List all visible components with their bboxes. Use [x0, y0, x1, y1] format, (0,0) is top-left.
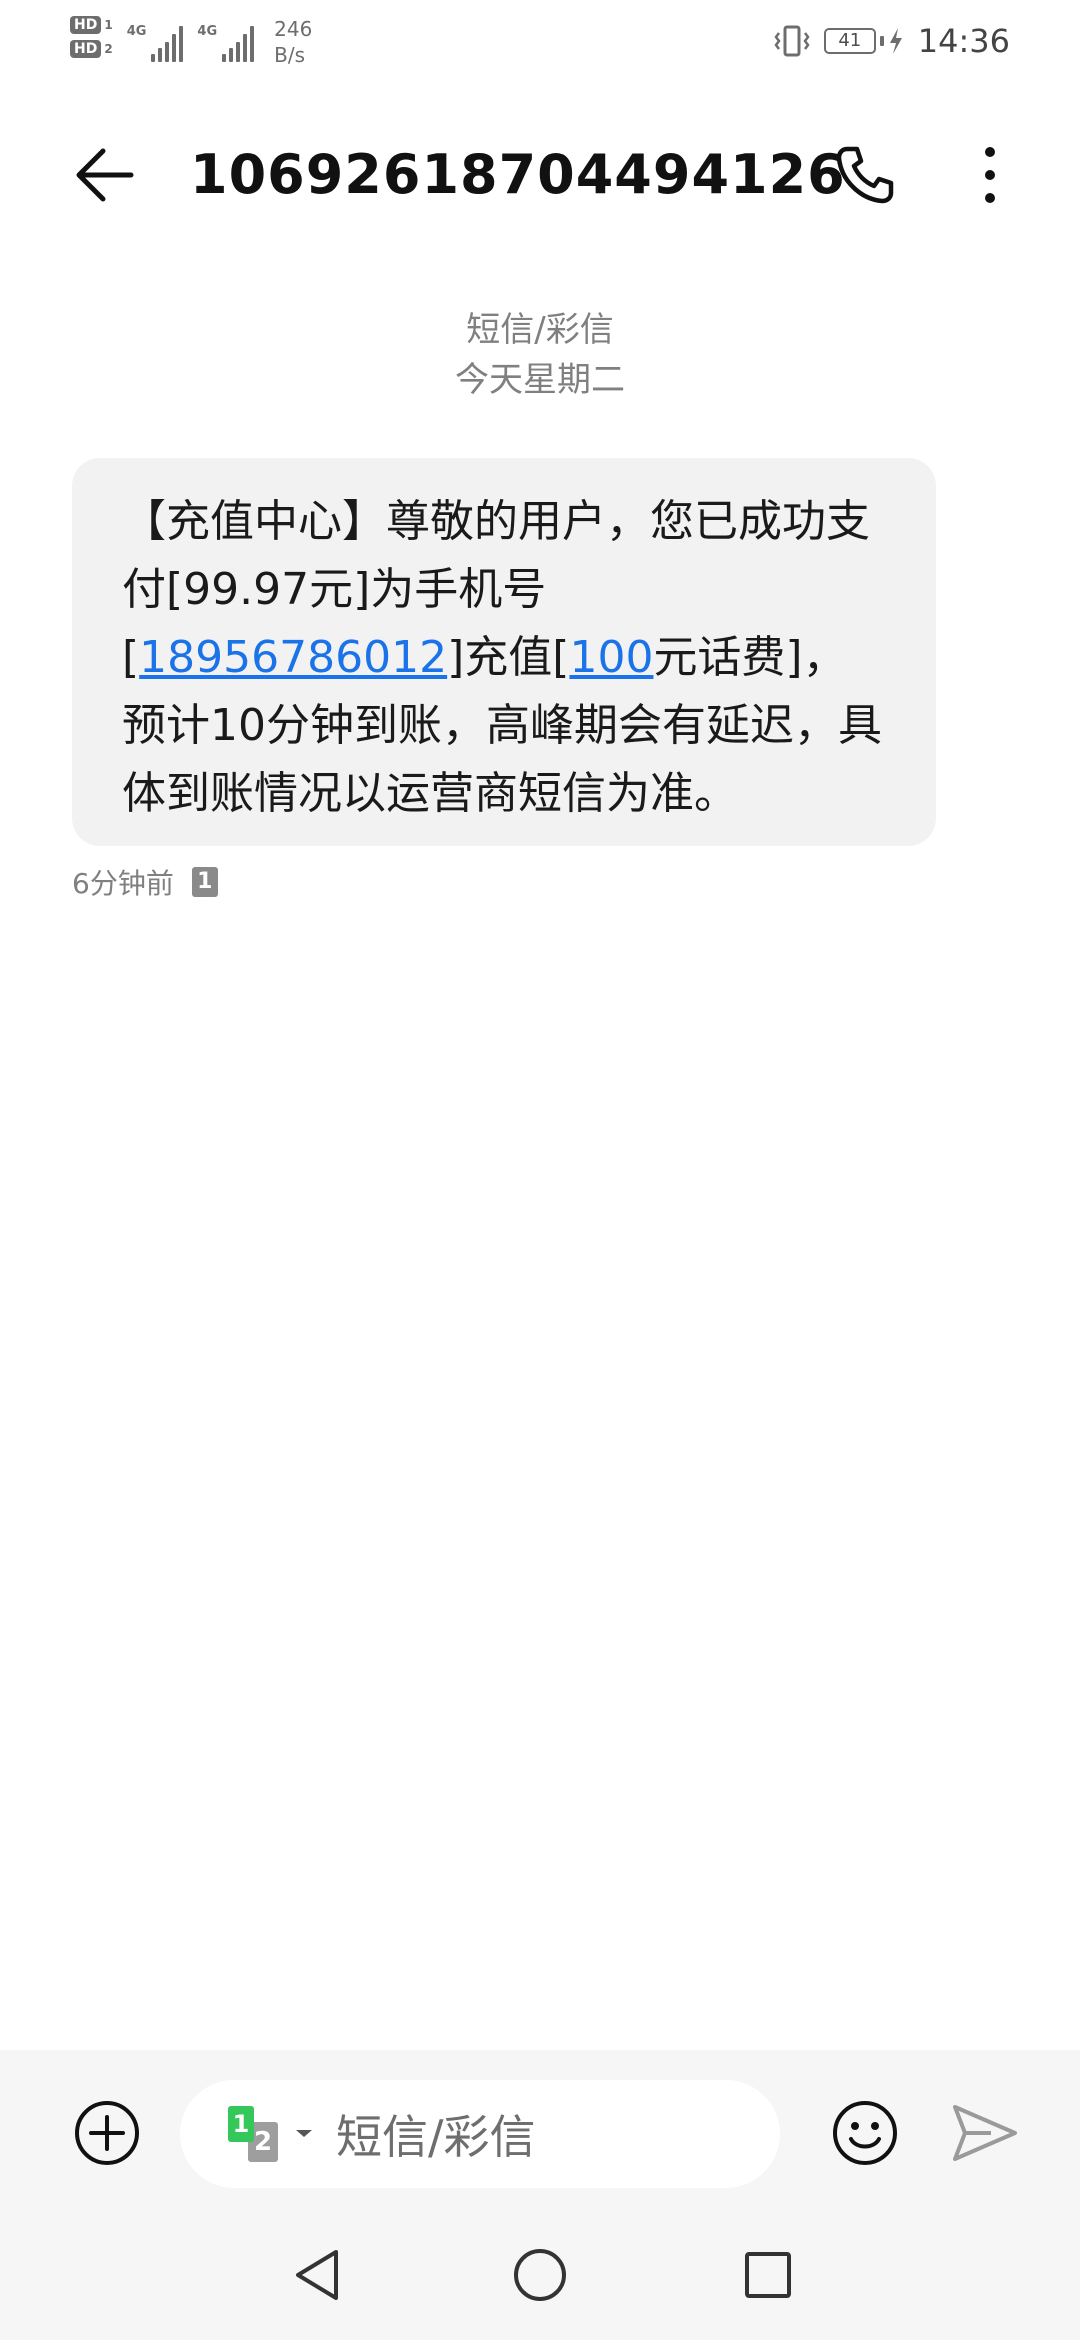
screen: HD 1 HD 2 4G 4G 246 B/s 41 14:36 1069261…	[0, 0, 1080, 2340]
square-recents-icon	[745, 2252, 791, 2298]
nav-home-button[interactable]	[505, 2240, 575, 2310]
back-button[interactable]	[70, 140, 140, 210]
status-bar-right: 41 14:36	[774, 22, 1010, 60]
sim-badge: 1	[191, 867, 218, 897]
dual-sim-icon: 2 1	[228, 2106, 284, 2162]
emoji-button[interactable]	[830, 2098, 900, 2168]
add-attachment-button[interactable]	[72, 2098, 142, 2168]
message-bubble[interactable]: 【充值中心】尊敬的用户，您已成功支付[99.97元]为手机号[189567860…	[72, 458, 936, 846]
more-vertical-icon	[985, 147, 995, 203]
conversation-header: 10692618704494126	[0, 110, 1080, 240]
triangle-back-icon	[296, 2250, 338, 2300]
more-options-button[interactable]	[955, 140, 1025, 210]
smiley-icon	[833, 2101, 897, 2165]
contact-title: 10692618704494126	[190, 143, 846, 206]
call-button[interactable]	[830, 140, 900, 210]
nav-back-button[interactable]	[282, 2240, 352, 2310]
nav-recents-button[interactable]	[733, 2240, 803, 2310]
chevron-down-icon	[296, 2130, 312, 2137]
signal-icon-sim2: 4G	[197, 16, 255, 62]
send-icon	[953, 2105, 1017, 2161]
signal-icon-sim1: 4G	[127, 16, 184, 62]
network-speed-value: 246	[274, 17, 313, 41]
network-speed: 246 B/s	[274, 16, 312, 68]
battery-level: 41	[823, 28, 876, 54]
hd-icon: HD	[70, 40, 102, 58]
message-input-placeholder: 短信/彩信	[336, 2110, 536, 2164]
conversation-meta: 短信/彩信 今天星期二	[0, 305, 1080, 405]
channel-label: 短信/彩信	[466, 310, 614, 350]
hd-badge-2: HD 2	[70, 40, 113, 58]
day-label: 今天星期二	[455, 360, 625, 400]
circle-home-icon	[514, 2249, 566, 2301]
status-bar-left: HD 1 HD 2 4G 4G 246 B/s	[70, 16, 312, 72]
sim1-badge: 1	[228, 2106, 254, 2142]
navigation-bar	[0, 2210, 1080, 2340]
arrow-left-icon	[76, 148, 134, 202]
hd-sim-number: 1	[104, 18, 113, 32]
amount-link[interactable]: 100	[569, 632, 653, 683]
network-speed-unit: B/s	[274, 43, 306, 67]
vibrate-icon	[774, 25, 810, 57]
compose-bar: 2 1 短信/彩信	[0, 2050, 1080, 2210]
clock: 14:36	[917, 22, 1010, 60]
battery-icon: 41	[823, 27, 904, 55]
phone-number-link[interactable]: 18956786012	[139, 632, 447, 683]
hd-badge-1: HD 1	[70, 16, 113, 34]
hd-icon: HD	[70, 16, 102, 34]
network-type-label: 4G	[197, 24, 218, 39]
message-timestamp: 6分钟前	[72, 867, 174, 900]
charging-bolt-icon	[889, 28, 902, 54]
message-footer: 6分钟前 1	[72, 862, 218, 902]
message-text-part: ]充值[	[447, 632, 570, 683]
status-bar: HD 1 HD 2 4G 4G 246 B/s 41 14:36	[0, 0, 1080, 90]
hd-sim-number: 2	[104, 42, 113, 56]
network-type-label: 4G	[126, 24, 147, 39]
sim-selector[interactable]: 2 1	[228, 2106, 314, 2162]
send-button[interactable]	[950, 2098, 1020, 2168]
message-input[interactable]: 2 1 短信/彩信	[180, 2080, 780, 2188]
hd-indicators: HD 1 HD 2	[70, 16, 113, 58]
phone-icon	[836, 146, 894, 204]
message-text: 【充值中心】尊敬的用户，您已成功支付[99.97元]为手机号[189567860…	[122, 488, 886, 828]
plus-circle-icon	[75, 2101, 139, 2165]
